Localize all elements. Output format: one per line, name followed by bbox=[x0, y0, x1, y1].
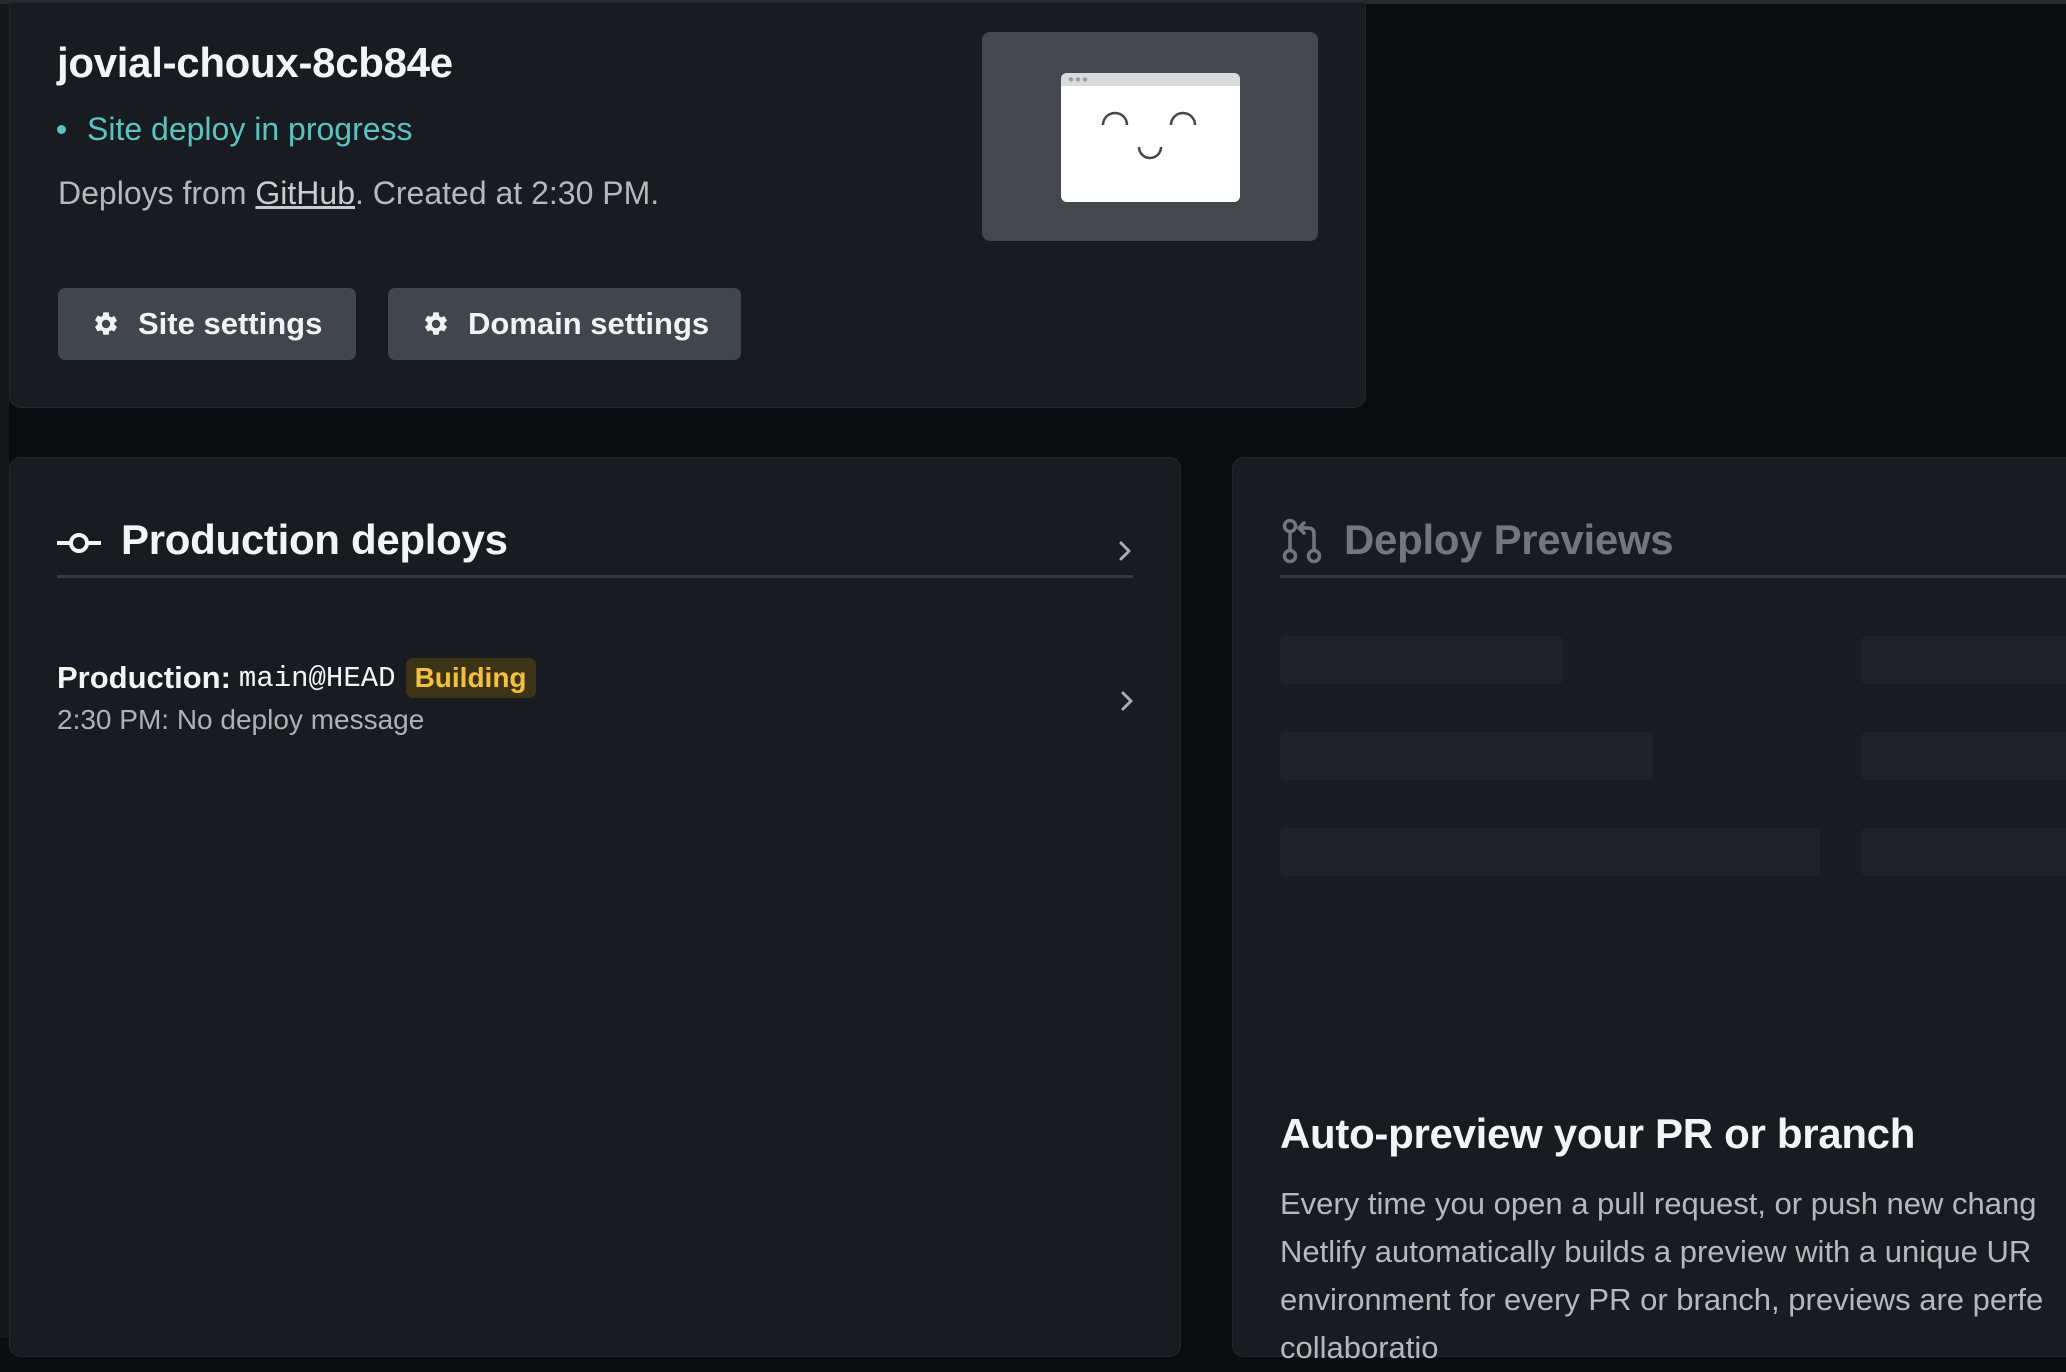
domain-settings-button[interactable]: Domain settings bbox=[388, 288, 741, 360]
deploy-info-suffix: . Created at 2:30 PM. bbox=[354, 175, 660, 211]
github-link[interactable]: GitHub bbox=[255, 175, 355, 211]
deploy-previews-title: Deploy Previews bbox=[1344, 516, 1674, 563]
deploy-info-prefix: Deploys from bbox=[58, 175, 256, 211]
cta-description: Every time you open a pull request, or p… bbox=[1280, 1180, 2066, 1372]
cta-line: environment for every PR or branch, prev… bbox=[1280, 1282, 2044, 1317]
domain-settings-label: Domain settings bbox=[468, 306, 710, 341]
skeleton-placeholder bbox=[1861, 732, 2066, 780]
deploy-status-text: Site deploy in progress bbox=[87, 111, 413, 147]
status-badge: Building bbox=[405, 658, 536, 698]
left-edge-strip bbox=[0, 4, 9, 1338]
cta-title: Auto-preview your PR or branch bbox=[1280, 1110, 1916, 1157]
chevron-right-icon bbox=[1119, 541, 1131, 561]
site-name: jovial-choux-8cb84e bbox=[57, 39, 453, 86]
site-settings-label: Site settings bbox=[138, 306, 323, 341]
status-dot-icon bbox=[57, 125, 66, 134]
deploy-previews-card: Deploy Previews Auto-preview your PR or … bbox=[1232, 457, 2066, 1365]
site-settings-button[interactable]: Site settings bbox=[58, 288, 356, 360]
skeleton-placeholder bbox=[1280, 828, 1820, 876]
deploy-message: 2:30 PM: No deploy message bbox=[57, 704, 425, 735]
production-deploys-header[interactable]: Production deploys bbox=[57, 516, 1133, 578]
chevron-right-icon bbox=[1121, 691, 1133, 711]
cta-line: Netlify automatically builds a preview w… bbox=[1280, 1234, 2032, 1269]
skeleton-placeholder bbox=[1861, 828, 2066, 876]
gear-icon bbox=[422, 310, 450, 338]
deploy-context: Production: bbox=[57, 660, 231, 695]
deploy-info: Deploys from GitHub. Created at 2:30 PM. bbox=[58, 175, 659, 212]
deploy-list-item[interactable]: Production: main@HEAD Building 2:30 PM: … bbox=[57, 656, 1135, 756]
smiley-browser-illustration bbox=[1061, 73, 1240, 202]
site-overview-card: jovial-choux-8cb84e Site deploy in progr… bbox=[9, 2, 1366, 408]
deploy-title: Production: main@HEAD Building bbox=[57, 656, 1135, 700]
pull-request-icon bbox=[1282, 518, 1322, 564]
gear-icon bbox=[92, 310, 120, 338]
skeleton-placeholder bbox=[1861, 636, 2066, 684]
production-deploys-title: Production deploys bbox=[121, 516, 508, 563]
deploy-branch: main@HEAD bbox=[238, 661, 396, 695]
production-deploys-card: Production deploys Production: main@HEAD… bbox=[9, 457, 1181, 1357]
skeleton-placeholder bbox=[1280, 732, 1654, 780]
cta-line: Every time you open a pull request, or p… bbox=[1280, 1186, 2037, 1221]
deploy-status: Site deploy in progress bbox=[57, 111, 413, 148]
skeleton-placeholder bbox=[1280, 636, 1563, 684]
deploy-previews-header[interactable]: Deploy Previews bbox=[1280, 516, 2066, 578]
site-preview-thumbnail[interactable] bbox=[982, 32, 1318, 241]
commit-icon bbox=[57, 533, 101, 553]
cta-line: collaboratio bbox=[1280, 1330, 1439, 1365]
